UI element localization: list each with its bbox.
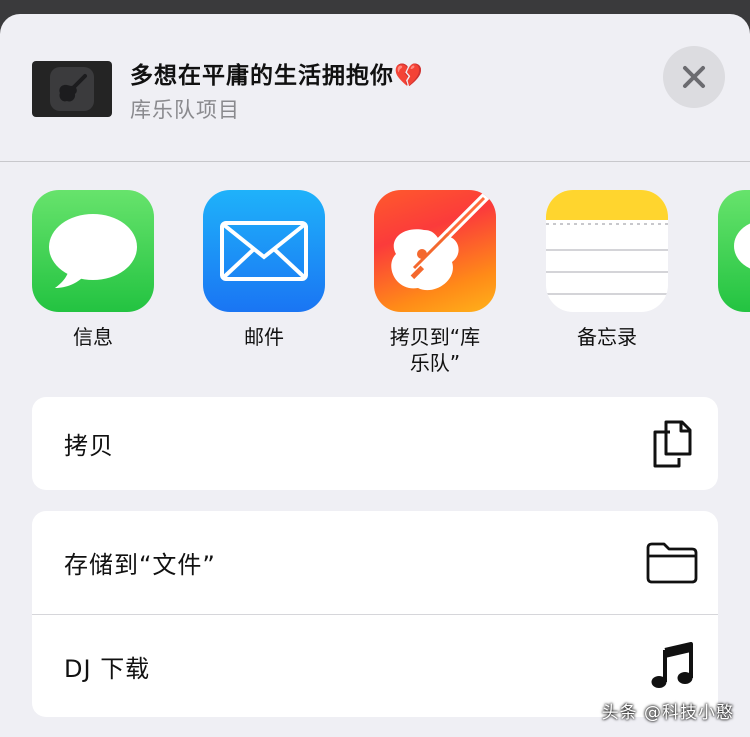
close-button[interactable] [663,46,725,108]
garageband-icon [374,190,496,312]
app-mail[interactable]: 邮件 [203,190,325,350]
app-garageband[interactable]: 拷贝到“库 乐队” [374,190,496,376]
messages-icon [32,190,154,312]
copy-icon [646,418,698,470]
close-icon [683,66,705,88]
copy-group: 拷贝 [32,397,718,490]
copy-action[interactable]: 拷贝 [32,397,718,490]
save-to-files-label: 存储到“文件” [64,551,216,579]
app-messages[interactable]: 信息 [32,190,154,350]
app-notes[interactable]: 备忘录 [546,190,668,350]
app-label: 拷贝到“库 乐队” [389,325,481,375]
app-label: 备忘录 [577,325,637,349]
project-title: 多想在平庸的生活拥抱你💔 [130,63,424,89]
share-sheet: 多想在平庸的生活拥抱你💔 库乐队项目 信息 邮件 拷贝到“库 乐队” 备忘录 拷… [0,14,750,737]
watermark: 头条 @科技小憨 [601,703,734,723]
share-header: 多想在平庸的生活拥抱你💔 库乐队项目 [0,14,750,162]
app-partial-messages[interactable] [718,190,750,312]
messages-icon [718,190,750,312]
guitar-icon [50,67,94,111]
copy-label: 拷贝 [64,432,114,460]
dj-download-label: DJ 下载 [64,654,151,683]
project-type: 库乐队项目 [130,98,240,122]
app-label: 信息 [73,325,113,349]
notes-icon [546,190,668,312]
project-thumbnail [32,61,112,117]
folder-icon [646,537,698,589]
actions-group: 存储到“文件” DJ 下载 [32,511,718,717]
save-to-files-action[interactable]: 存储到“文件” [32,511,718,614]
app-label: 邮件 [244,325,284,349]
mail-icon [203,190,325,312]
music-note-icon [646,640,698,692]
header-divider [0,161,750,162]
